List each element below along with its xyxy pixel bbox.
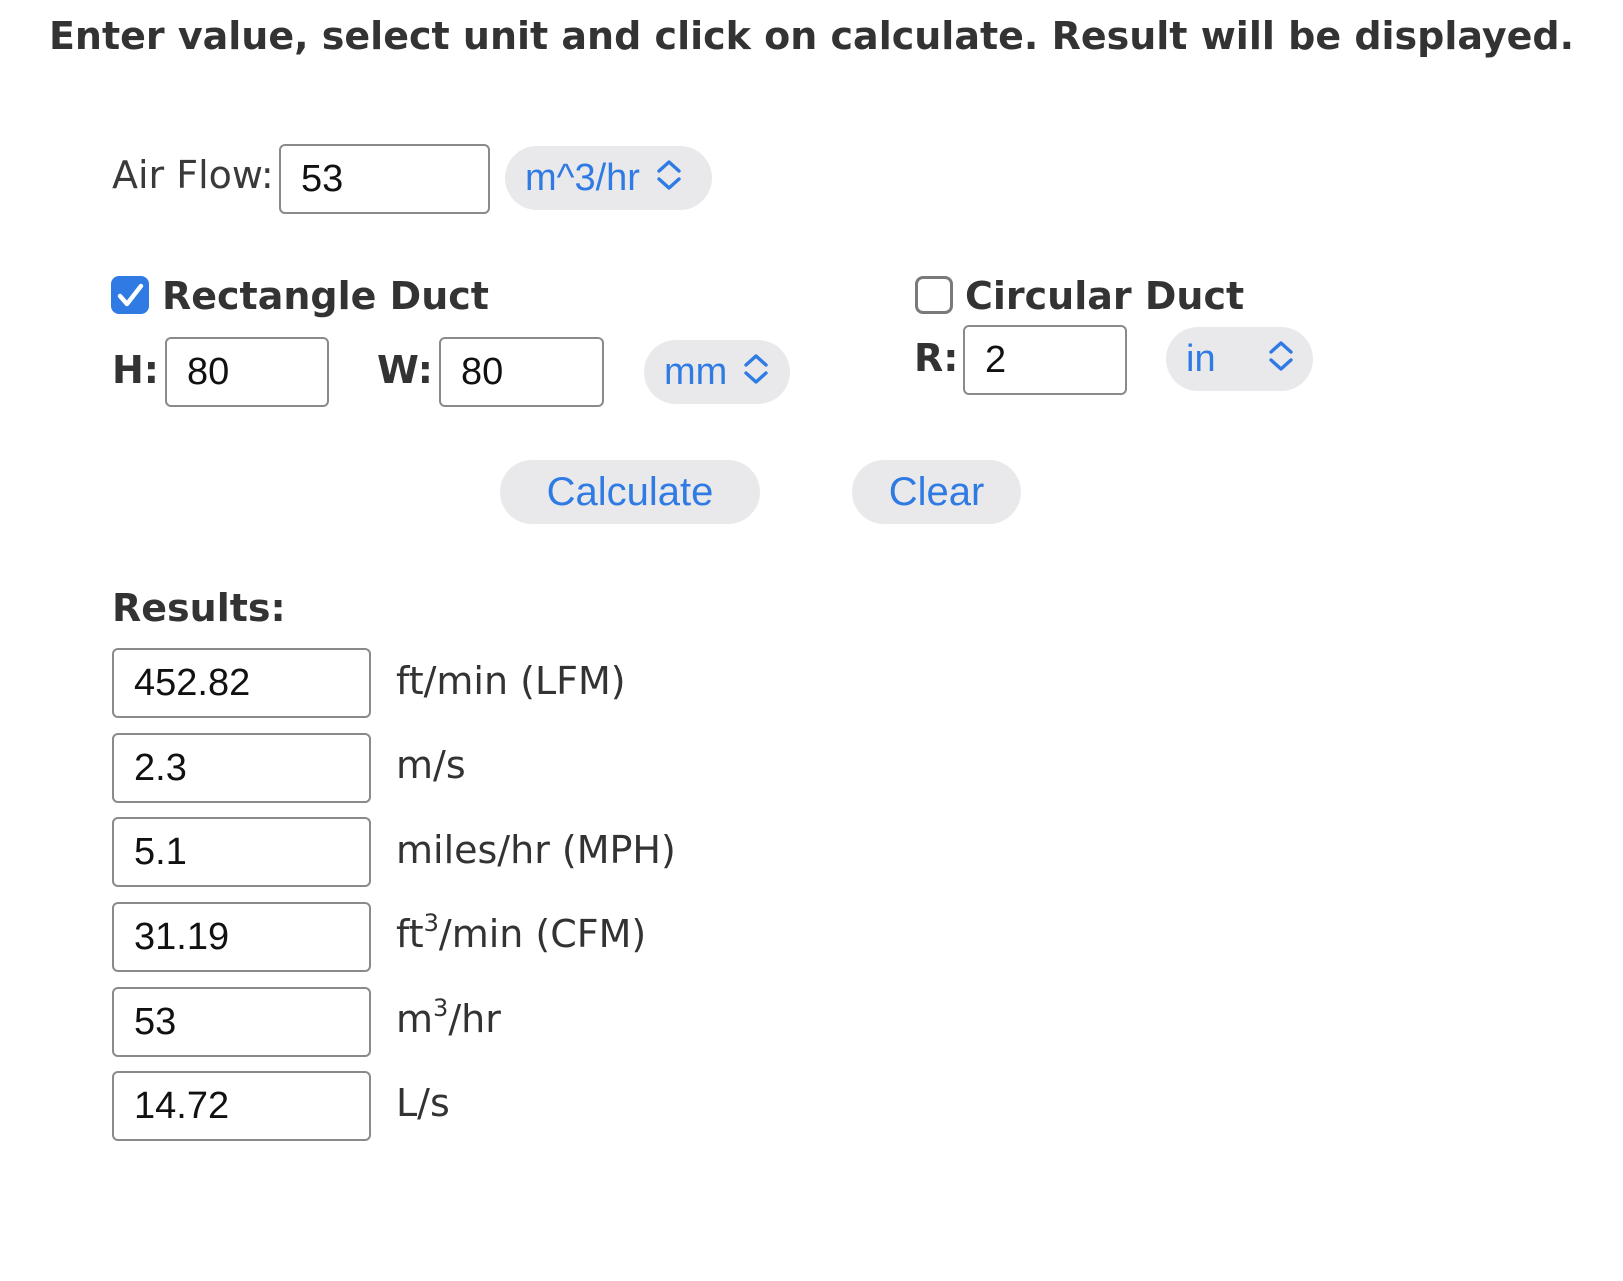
air-flow-unit-select[interactable]: m^3/hr — [505, 146, 712, 210]
width-input[interactable]: 80 — [439, 337, 604, 407]
air-flow-unit-value: m^3/hr — [525, 157, 640, 199]
radius-value: 2 — [985, 339, 1007, 381]
result-lfm-field[interactable]: 452.82 — [112, 648, 371, 718]
chevron-up-down-icon — [656, 159, 682, 198]
results-title: Results: — [112, 586, 286, 630]
result-mph-value: 5.1 — [134, 831, 187, 873]
result-ms-field[interactable]: 2.3 — [112, 733, 371, 803]
chevron-up-down-icon — [1268, 340, 1294, 379]
result-ls-unit: L/s — [396, 1081, 450, 1125]
circular-duct-checkbox[interactable] — [915, 276, 953, 314]
result-cfm-unit-suffix: /min (CFM) — [438, 912, 647, 956]
clear-button[interactable]: Clear — [852, 460, 1021, 524]
width-label: W: — [377, 348, 433, 392]
rectangle-duct-label: Rectangle Duct — [162, 274, 489, 318]
result-m3hr-field[interactable]: 53 — [112, 987, 371, 1057]
air-flow-input[interactable]: 53 — [279, 144, 490, 214]
radius-label: R: — [914, 336, 959, 380]
width-value: 80 — [461, 351, 504, 393]
height-input[interactable]: 80 — [165, 337, 329, 407]
rect-unit-value: mm — [664, 351, 728, 393]
circ-unit-select[interactable]: in — [1166, 327, 1313, 391]
air-flow-value: 53 — [301, 158, 344, 200]
height-label: H: — [112, 348, 159, 392]
result-ls-field[interactable]: 14.72 — [112, 1071, 371, 1141]
result-m3hr-unit-suffix: /hr — [448, 997, 501, 1041]
result-lfm-unit: ft/min (LFM) — [396, 659, 626, 703]
result-ls-value: 14.72 — [134, 1085, 230, 1127]
rectangle-duct-checkbox[interactable] — [111, 276, 149, 314]
height-value: 80 — [187, 351, 230, 393]
result-cfm-value: 31.19 — [134, 916, 230, 958]
result-lfm-value: 452.82 — [134, 662, 251, 704]
result-cfm-field[interactable]: 31.19 — [112, 902, 371, 972]
result-ms-unit: m/s — [396, 743, 466, 787]
checkmark-icon — [117, 283, 144, 307]
circular-duct-label: Circular Duct — [965, 274, 1245, 318]
result-cfm-unit-base: ft — [396, 912, 424, 956]
result-mph-field[interactable]: 5.1 — [112, 817, 371, 887]
result-m3hr-value: 53 — [134, 1001, 177, 1043]
result-mph-unit: miles/hr (MPH) — [396, 828, 676, 872]
result-cfm-unit: ft3/min (CFM) — [396, 911, 647, 956]
air-flow-label: Air Flow: — [112, 153, 274, 197]
calculate-button[interactable]: Calculate — [500, 460, 760, 524]
circ-unit-value: in — [1186, 338, 1216, 380]
result-ms-value: 2.3 — [134, 747, 187, 789]
rect-unit-select[interactable]: mm — [644, 340, 790, 404]
chevron-up-down-icon — [743, 353, 769, 392]
result-m3hr-unit-exponent: 3 — [433, 994, 449, 1022]
result-m3hr-unit-base: m — [396, 997, 434, 1041]
result-m3hr-unit: m3/hr — [396, 996, 501, 1041]
radius-input[interactable]: 2 — [963, 325, 1127, 395]
instructions-text: Enter value, select unit and click on ca… — [48, 14, 1575, 58]
result-cfm-unit-exponent: 3 — [423, 909, 439, 937]
